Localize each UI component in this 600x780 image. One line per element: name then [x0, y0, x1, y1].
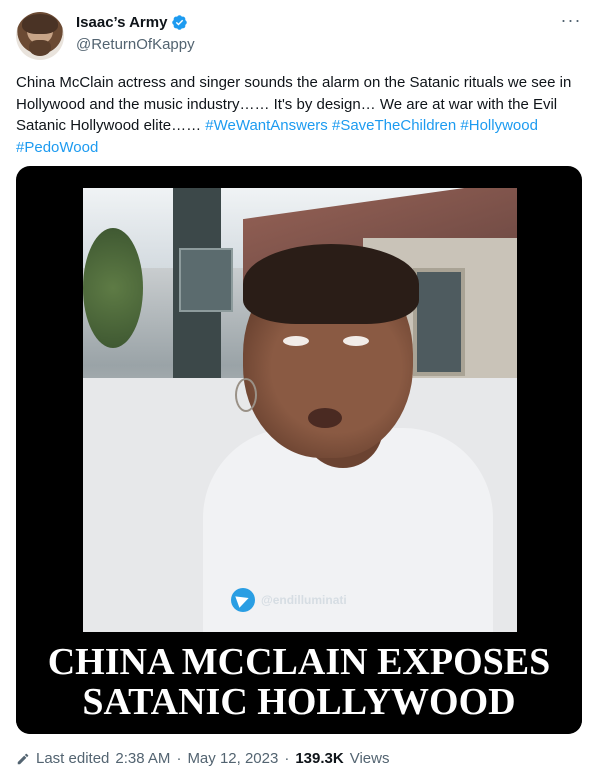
video-watermark: @endilluminati: [231, 588, 347, 612]
author-name-row: Isaac’s Army: [76, 14, 188, 31]
separator-dot: ·: [176, 750, 182, 767]
video-frame: @endilluminati: [83, 188, 517, 632]
author-display-name[interactable]: Isaac’s Army: [76, 14, 167, 31]
verified-badge-icon[interactable]: [171, 14, 188, 31]
tweet-time[interactable]: 2:38 AM: [115, 750, 170, 767]
video-tree: [83, 228, 143, 348]
hashtag-link[interactable]: #WeWantAnswers: [205, 117, 328, 134]
person-earring: [235, 378, 257, 412]
video-caption: CHINA MCCLAIN EXPOSES SATANIC HOLLYWOOD: [16, 632, 582, 734]
person-eye: [283, 336, 309, 346]
person-mouth: [308, 408, 342, 428]
pencil-icon: [17, 753, 29, 764]
hashtag-link[interactable]: #PedoWood: [16, 139, 98, 156]
tweet-date[interactable]: May 12, 2023: [187, 750, 278, 767]
more-options-icon[interactable]: ···: [560, 11, 582, 34]
views-label[interactable]: Views: [350, 750, 390, 767]
avatar-hair: [22, 14, 58, 34]
avatar[interactable]: [16, 12, 64, 60]
avatar-beard: [29, 40, 51, 56]
tweet-footer: Last edited 2:38 AM · May 12, 2023 · 139…: [16, 750, 389, 767]
person-hair: [243, 244, 419, 324]
tweet-text: China McClain actress and singer sounds …: [16, 72, 586, 158]
views-count[interactable]: 139.3K: [295, 750, 343, 767]
person-eye: [343, 336, 369, 346]
watermark-text: @endilluminati: [261, 593, 347, 607]
separator-dot: ·: [284, 750, 290, 767]
video-media[interactable]: @endilluminati CHINA MCCLAIN EXPOSES SAT…: [16, 166, 582, 734]
telegram-icon: [231, 588, 255, 612]
caption-line-1: CHINA MCCLAIN EXPOSES: [47, 641, 551, 683]
hashtag-link[interactable]: #Hollywood: [460, 117, 538, 134]
edit-label[interactable]: Last edited: [36, 750, 109, 767]
video-person: [203, 244, 493, 632]
caption-line-2: SATANIC HOLLYWOOD: [82, 681, 516, 723]
hashtag-link[interactable]: #SaveTheChildren: [332, 117, 456, 134]
author-handle[interactable]: @ReturnOfKappy: [76, 36, 195, 53]
tweet: Isaac’s Army @ReturnOfKappy ··· China Mc…: [0, 0, 600, 780]
